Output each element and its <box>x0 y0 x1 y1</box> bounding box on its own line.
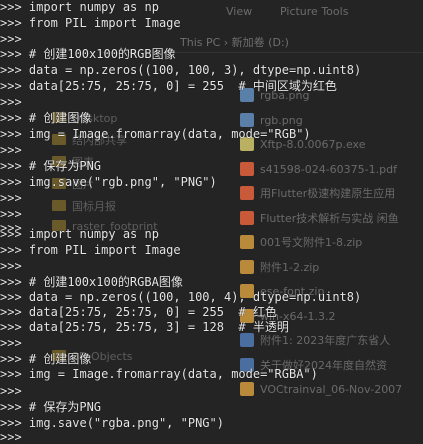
console-line: >>> from PIL import Image <box>0 16 181 30</box>
console-line: >>> import numpy as np <box>0 0 159 14</box>
console-line: >>> from PIL import Image <box>0 243 181 257</box>
console-line: >>> data[25:75, 25:75, 0] = 255 # 中间区域为红… <box>0 79 337 93</box>
console-line: >>> <box>0 191 22 205</box>
console-line: >>> # 创建图像 <box>0 352 92 366</box>
console-line: >>> <box>0 95 22 109</box>
console-line: >>> # 创建100x100的RGB图像 <box>0 47 176 61</box>
console-line: >>> # 创建100x100的RGBA图像 <box>0 275 183 289</box>
console-line: >>> <box>0 207 22 221</box>
console-line: >>> <box>0 384 22 398</box>
console-line: >>> img.save("rgb.png", "PNG") <box>0 175 217 189</box>
console-line: >>> # 保存为PNG <box>0 400 102 414</box>
console-line: >>> <box>0 143 22 157</box>
console-line: >>> <box>0 336 22 350</box>
console-line: >>> # 保存为PNG <box>0 159 102 173</box>
console-line: >>> data = np.zeros((100, 100, 3), dtype… <box>0 63 362 77</box>
console-line: >>> import numpy as np <box>0 227 159 241</box>
console-line: >>> <box>0 430 22 444</box>
console-line: >>> <box>0 259 22 273</box>
console-line: >>> img = Image.fromarray(data, mode="RG… <box>0 127 311 141</box>
python-console[interactable]: >>> import numpy as np >>> from PIL impor… <box>0 0 423 444</box>
console-line: >>> img = Image.fromarray(data, mode="RG… <box>0 367 318 381</box>
console-line: >>> data[25:75, 25:75, 3] = 128 # 半透明 <box>0 320 289 334</box>
console-line: >>> <box>0 32 22 46</box>
console-line: >>> data = np.zeros((100, 100, 4), dtype… <box>0 290 362 304</box>
console-line: >>> data[25:75, 25:75, 0] = 255 # 红色 <box>0 305 277 319</box>
console-line: >>> img.save("rgba.png", "PNG") <box>0 416 224 430</box>
console-line: >>> # 创建图像 <box>0 111 92 125</box>
